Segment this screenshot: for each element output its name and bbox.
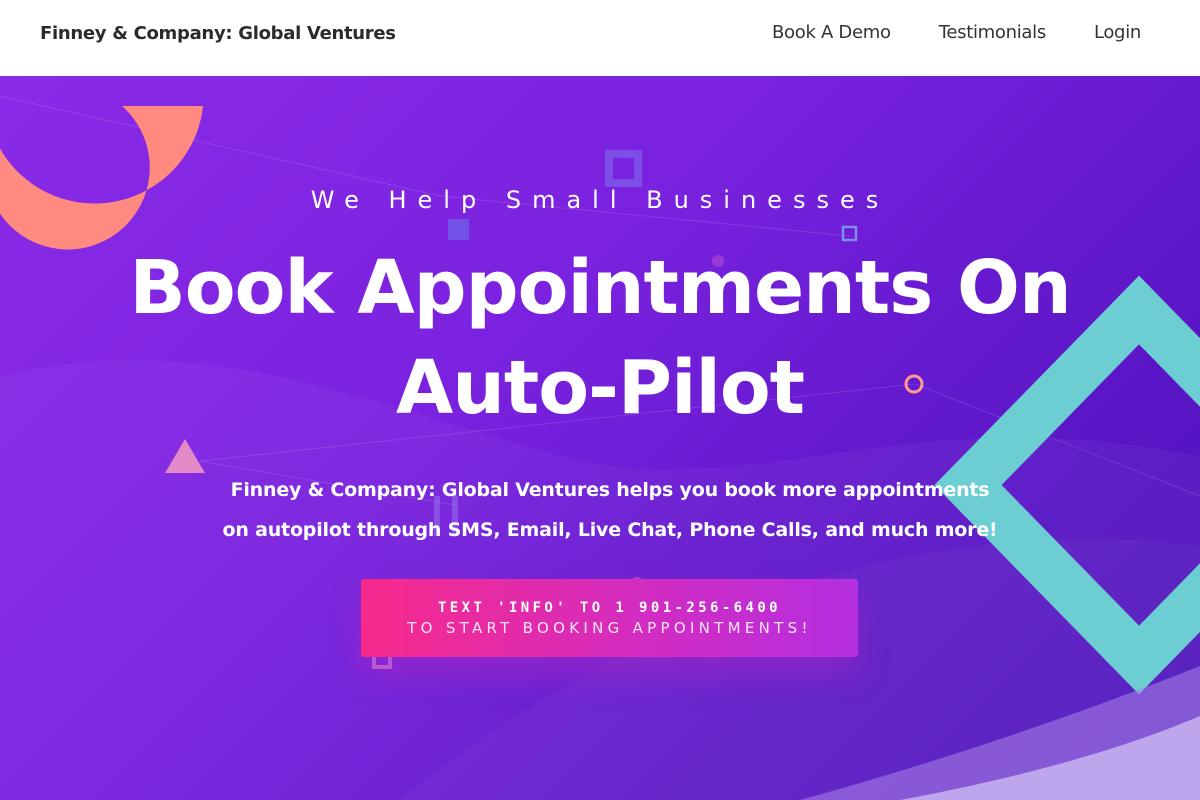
brand-logo-text[interactable]: Finney & Company: Global Ventures [40, 23, 396, 44]
outlined-square-shape [605, 150, 642, 187]
main-nav: Book A Demo Testimonials Login [772, 22, 1141, 43]
small-square-shape [448, 219, 469, 240]
hero-decorations [0, 95, 1200, 800]
nav-link-login[interactable]: Login [1094, 22, 1141, 43]
nav-link-book-demo[interactable]: Book A Demo [772, 22, 891, 43]
hero-subtext: Finney & Company: Global Ventures helps … [222, 479, 998, 541]
hero-eyebrow: We Help Small Businesses [310, 186, 890, 214]
top-navbar: Finney & Company: Global Ventures Book A… [0, 0, 1200, 76]
cta-line-start-booking: TO START BOOKING APPOINTMENTS! [407, 619, 812, 637]
hero-headline: Book Appointments On Auto-Pilot [129, 245, 1071, 431]
cta-text-info-button[interactable]: TEXT 'INFO' TO 1 901-256-6400 TO START B… [361, 579, 858, 657]
nav-link-testimonials[interactable]: Testimonials [939, 22, 1047, 43]
hero-section: We Help Small Businesses Book Appointmen… [0, 76, 1200, 800]
cta-line-phone: TEXT 'INFO' TO 1 901-256-6400 [437, 600, 782, 616]
